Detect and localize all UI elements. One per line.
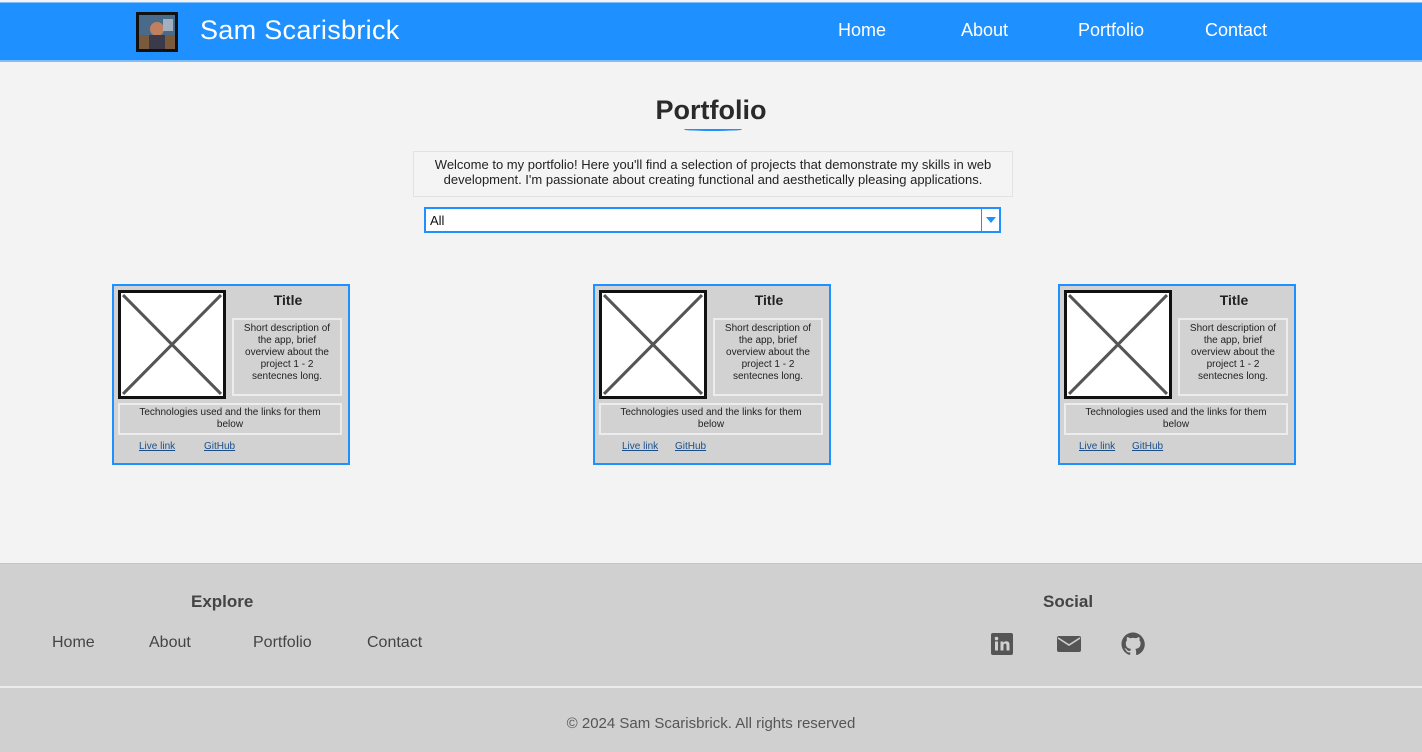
page-title: Portfolio — [655, 95, 767, 125]
footer-link-about[interactable]: About — [149, 634, 191, 652]
site-footer: Explore Home About Portfolio Contact Soc… — [0, 563, 1422, 752]
nav-about[interactable]: About — [961, 20, 1008, 41]
card-title: Title — [273, 292, 303, 308]
email-icon[interactable] — [1057, 632, 1081, 656]
live-link[interactable]: Live link — [1079, 441, 1115, 452]
footer-link-portfolio[interactable]: Portfolio — [253, 634, 312, 652]
github-icon[interactable] — [1121, 632, 1145, 656]
footer-divider — [0, 686, 1422, 688]
card-title: Title — [754, 292, 784, 308]
github-link[interactable]: GitHub — [675, 441, 706, 452]
profile-photo-icon — [139, 15, 175, 49]
site-brand[interactable]: Sam Scarisbrick — [200, 15, 400, 46]
card-technologies: Technologies used and the links for them… — [599, 403, 823, 435]
card-technologies: Technologies used and the links for them… — [118, 403, 342, 435]
title-underline — [684, 128, 742, 131]
linkedin-icon[interactable] — [990, 632, 1014, 656]
footer-link-home[interactable]: Home — [52, 634, 95, 652]
live-link[interactable]: Live link — [139, 441, 175, 452]
site-header: Sam Scarisbrick Home About Portfolio Con… — [0, 2, 1422, 62]
project-card: Title Short description of the app, brie… — [112, 284, 350, 465]
live-link[interactable]: Live link — [622, 441, 658, 452]
profile-avatar[interactable] — [136, 12, 178, 52]
card-title: Title — [1219, 292, 1249, 308]
image-placeholder-icon — [599, 290, 707, 399]
social-heading: Social — [1043, 592, 1094, 611]
copyright-text: © 2024 Sam Scarisbrick. All rights reser… — [566, 715, 856, 732]
nav-contact[interactable]: Contact — [1205, 20, 1267, 41]
chevron-down-icon[interactable] — [981, 209, 999, 231]
explore-heading: Explore — [191, 592, 254, 611]
project-card: Title Short description of the app, brie… — [1058, 284, 1296, 465]
image-placeholder-icon — [118, 290, 226, 399]
github-link[interactable]: GitHub — [1132, 441, 1163, 452]
project-card: Title Short description of the app, brie… — [593, 284, 831, 465]
nav-portfolio[interactable]: Portfolio — [1078, 20, 1144, 41]
image-placeholder-icon — [1064, 290, 1172, 399]
github-link[interactable]: GitHub — [204, 441, 235, 452]
footer-link-contact[interactable]: Contact — [367, 634, 422, 652]
card-description: Short description of the app, brief over… — [232, 318, 342, 396]
filter-selected-value: All — [430, 213, 445, 228]
intro-text: Welcome to my portfolio! Here you'll fin… — [413, 151, 1013, 197]
card-description: Short description of the app, brief over… — [1178, 318, 1288, 396]
card-technologies: Technologies used and the links for them… — [1064, 403, 1288, 435]
category-filter-select[interactable]: All — [424, 207, 1001, 233]
card-description: Short description of the app, brief over… — [713, 318, 823, 396]
nav-home[interactable]: Home — [838, 20, 886, 41]
